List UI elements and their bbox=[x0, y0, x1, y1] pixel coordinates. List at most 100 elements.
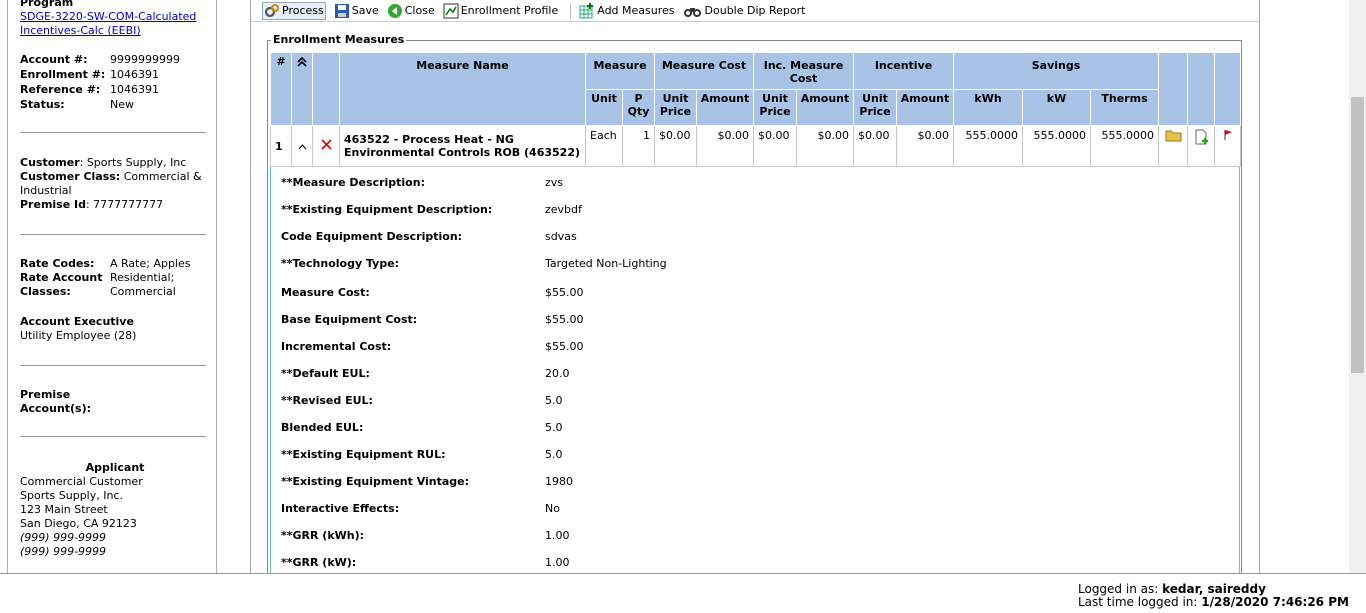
flag-button[interactable] bbox=[1214, 125, 1242, 167]
detail-row: **Technology Type: Targeted Non-Lighting bbox=[281, 257, 667, 271]
main-panel: Process Save Close Enrollment Profile Ad… bbox=[250, 0, 1260, 573]
close-label: Close bbox=[404, 4, 435, 17]
applicant-label: Applicant bbox=[85, 461, 145, 474]
col-header-mc-amount: Amount bbox=[695, 89, 755, 126]
detail-value: $55.00 bbox=[545, 286, 584, 299]
scrollbar-thumb[interactable] bbox=[1351, 97, 1364, 373]
col-header-blank bbox=[312, 52, 340, 126]
detail-value: 1.00 bbox=[545, 529, 570, 542]
detail-value: 5.0 bbox=[545, 448, 563, 461]
last-login-label: Last time logged in: bbox=[1078, 595, 1198, 609]
add-document-button[interactable] bbox=[1187, 125, 1216, 167]
logged-in-label: Logged in as: bbox=[1078, 582, 1159, 596]
detail-value: 1980 bbox=[545, 475, 573, 488]
detail-label: Incremental Cost: bbox=[281, 340, 392, 353]
measures-table: # Measure Name Measure Measure Cost Inc.… bbox=[270, 52, 1242, 167]
measure-unit: Each bbox=[585, 125, 623, 167]
collapse-row-button[interactable] bbox=[291, 125, 313, 167]
detail-row: **Existing Equipment Description: zevbdf bbox=[281, 203, 582, 217]
save-button[interactable]: Save bbox=[334, 3, 379, 19]
detail-value: 20.0 bbox=[545, 367, 570, 380]
program-label: Program bbox=[20, 0, 74, 9]
program-link[interactable]: SDGE-3220-SW-COM-Calculated Incentives-C… bbox=[20, 10, 210, 38]
applicant-line: Commercial Customer bbox=[20, 475, 143, 488]
delete-row-button[interactable] bbox=[312, 125, 340, 167]
col-header-action3 bbox=[1214, 52, 1242, 126]
detail-label: **Default EUL: bbox=[281, 367, 370, 380]
process-button[interactable]: Process bbox=[262, 1, 326, 20]
sidebar: Program SDGE-3220-SW-COM-Calculated Ince… bbox=[0, 0, 217, 573]
detail-row: Blended EUL: 5.0 bbox=[281, 421, 563, 435]
enrollment-measures-title: Enrollment Measures bbox=[271, 33, 407, 46]
col-header-inc-unit-price: Unit Price bbox=[853, 89, 898, 126]
savings-kwh: 555.0000 bbox=[953, 125, 1024, 167]
col-header-incentive: Incentive bbox=[853, 52, 955, 90]
sort-up-button[interactable] bbox=[291, 52, 313, 126]
col-header-unit: Unit bbox=[585, 89, 623, 126]
detail-value: zevbdf bbox=[545, 203, 582, 216]
inc-measure-cost-unit-price: $0.00 bbox=[753, 125, 798, 167]
detail-row: Base Equipment Cost: $55.00 bbox=[281, 313, 584, 327]
col-header-kw: kW bbox=[1022, 89, 1092, 126]
toolbar-separator bbox=[570, 2, 572, 19]
detail-row: **GRR (kWh): 1.00 bbox=[281, 529, 570, 543]
measure-cost-amount: $0.00 bbox=[695, 125, 755, 167]
applicant-line: San Diego, CA 92123 bbox=[20, 517, 137, 530]
vertical-scrollbar[interactable] bbox=[1349, 0, 1366, 573]
detail-value: Targeted Non-Lighting bbox=[545, 257, 667, 270]
binoculars-icon bbox=[683, 3, 703, 19]
add-measures-button[interactable]: Add Measures bbox=[579, 2, 675, 19]
col-header-inc-measure-cost: Inc. Measure Cost bbox=[753, 52, 855, 90]
detail-row: Interactive Effects: No bbox=[281, 502, 560, 516]
detail-value: 5.0 bbox=[545, 421, 563, 434]
measure-pqty: 1 bbox=[622, 125, 655, 167]
floppy-icon bbox=[334, 3, 350, 19]
col-header-inc-amount: Amount bbox=[896, 89, 955, 126]
col-header-action2 bbox=[1187, 52, 1216, 126]
col-header-imc-amount: Amount bbox=[796, 89, 855, 126]
add-document-icon bbox=[1194, 129, 1209, 148]
save-label: Save bbox=[351, 4, 379, 17]
account-label: Account #: bbox=[20, 53, 88, 66]
reference-label: Reference #: bbox=[20, 83, 101, 96]
folder-icon bbox=[1165, 130, 1182, 145]
detail-row: Measure Cost: $55.00 bbox=[281, 286, 584, 300]
double-chevron-up-icon bbox=[297, 56, 307, 70]
close-button[interactable]: Close bbox=[387, 3, 435, 19]
premise-accounts-label: Premise Account(s): bbox=[20, 388, 92, 415]
enrollment-profile-label: Enrollment Profile bbox=[460, 4, 559, 17]
detail-value: 5.0 bbox=[545, 394, 563, 407]
detail-label: Interactive Effects: bbox=[281, 502, 400, 515]
login-info: Logged in as: kedar, saireddy Last time … bbox=[1078, 583, 1349, 609]
sidebar-divider bbox=[20, 436, 206, 437]
folder-button[interactable] bbox=[1158, 125, 1189, 167]
account-executive-value: Utility Employee (28) bbox=[20, 329, 137, 342]
enrollment-profile-button[interactable]: Enrollment Profile bbox=[443, 3, 559, 19]
status-bar: Logged in as: kedar, saireddy Last time … bbox=[0, 573, 1366, 613]
double-dip-report-button[interactable]: Double Dip Report bbox=[683, 3, 806, 19]
col-header-measure: Measure bbox=[585, 52, 655, 90]
add-measures-label: Add Measures bbox=[597, 4, 675, 17]
detail-label: **Existing Equipment Description: bbox=[281, 203, 493, 216]
delete-x-icon bbox=[320, 139, 332, 153]
detail-value: $55.00 bbox=[545, 340, 584, 353]
detail-value: $55.00 bbox=[545, 313, 584, 326]
applicant-phone: (999) 999-9999 bbox=[20, 531, 107, 544]
col-header-measure-cost: Measure Cost bbox=[653, 52, 755, 90]
detail-label: Measure Cost: bbox=[281, 286, 370, 299]
detail-row: **GRR (kW): 1.00 bbox=[281, 556, 570, 570]
double-dip-report-label: Double Dip Report bbox=[704, 4, 806, 17]
flag-icon bbox=[1223, 130, 1233, 144]
detail-label: Base Equipment Cost: bbox=[281, 313, 418, 326]
last-login-time: 1/28/2020 7:46:26 PM bbox=[1201, 595, 1349, 609]
row-number: 1 bbox=[270, 125, 292, 167]
detail-row: **Existing Equipment RUL: 5.0 bbox=[281, 448, 563, 462]
col-header-therms: Therms bbox=[1090, 89, 1160, 126]
toolbar: Process Save Close Enrollment Profile Ad… bbox=[251, 0, 1259, 22]
col-header-savings: Savings bbox=[953, 52, 1160, 90]
applicant-line: 123 Main Street bbox=[20, 503, 108, 516]
detail-row: Incremental Cost: $55.00 bbox=[281, 340, 584, 354]
profile-icon bbox=[443, 3, 459, 19]
detail-value: No bbox=[545, 502, 560, 515]
account-executive-label: Account Executive bbox=[20, 315, 134, 328]
